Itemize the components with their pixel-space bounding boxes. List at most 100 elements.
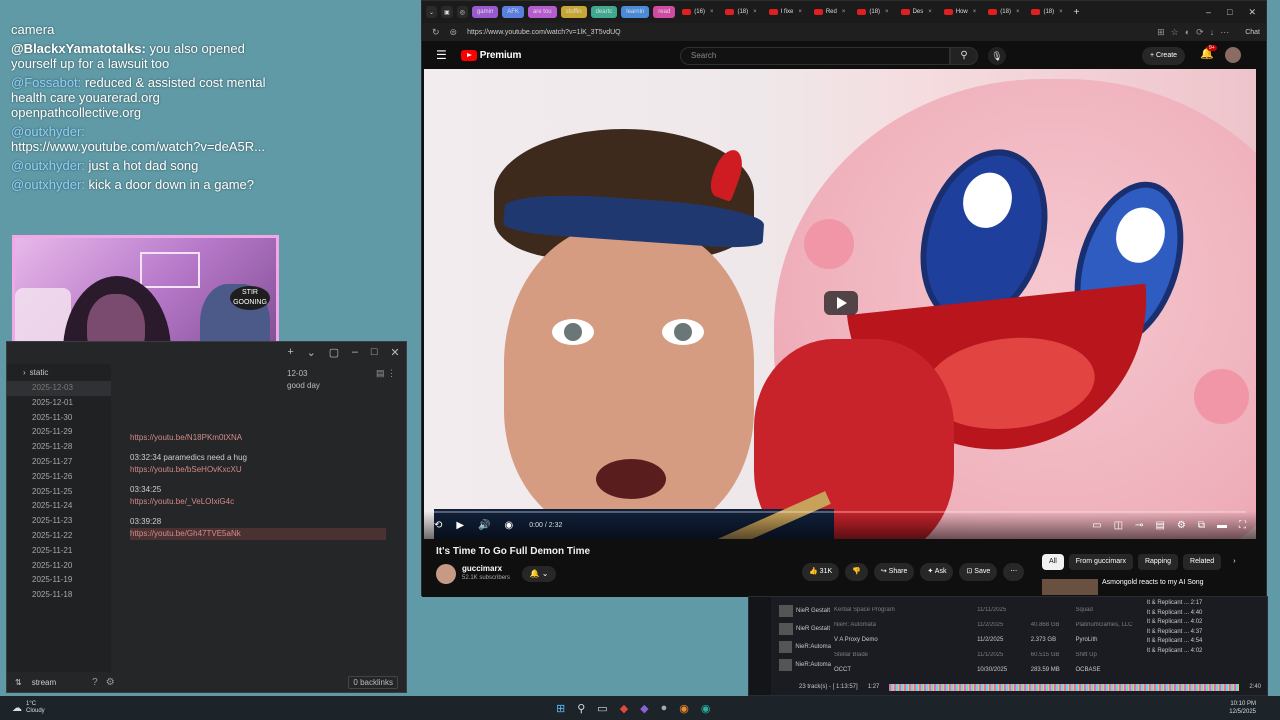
fullscreen-icon[interactable]: ⛶ <box>1239 520 1246 531</box>
maximize-icon[interactable]: □ <box>1227 7 1232 18</box>
track-item[interactable]: lt & Replicant ... 4:02 <box>1147 647 1227 657</box>
table-row[interactable]: NieR: Automata 11/2/2025 40.868 GB Platinum… <box>834 617 1147 632</box>
sidebar-toggle-icon[interactable]: ▢ <box>329 346 339 359</box>
microphone-icon[interactable]: 🎙 <box>988 47 1006 65</box>
date-note-item[interactable]: 2025-12-01 <box>7 396 111 411</box>
help-icon[interactable]: ? <box>92 677 106 688</box>
track-item[interactable]: lt & Replicant ... 4:37 <box>1147 628 1227 638</box>
date-note-item[interactable]: 2025-11-20 <box>7 559 111 574</box>
close-icon[interactable]: ✕ <box>390 346 399 359</box>
like-button[interactable]: 👍 31K <box>802 563 840 581</box>
volume-icon[interactable]: 🔊 <box>478 520 490 531</box>
date-note-item[interactable]: 2025-11-24 <box>7 499 111 514</box>
tab-group[interactable]: learnin <box>621 6 650 18</box>
app-icon[interactable]: ◆ <box>640 702 648 715</box>
site-info-icon[interactable]: ⊜ <box>450 27 458 38</box>
date-note-item[interactable]: 2025-11-23 <box>7 514 111 529</box>
filter-chip[interactable]: Rapping <box>1137 554 1179 570</box>
channel-avatar[interactable] <box>436 564 456 584</box>
maximize-icon[interactable]: □ <box>371 346 378 358</box>
vault-switch-icon[interactable]: ⇅ <box>15 678 22 687</box>
date-note-item[interactable]: 2025-11-21 <box>7 544 111 559</box>
close-tab-icon[interactable]: × <box>710 9 714 15</box>
youtube-tab[interactable]: (18) × <box>722 9 759 15</box>
youtube-tab[interactable]: Des × <box>898 9 935 15</box>
recommended-video[interactable]: Asmongold reacts to my AI Song <box>1042 579 1204 595</box>
close-tab-icon[interactable]: × <box>1016 9 1020 15</box>
loop-icon[interactable]: ⟲ <box>434 520 442 531</box>
reload-icon[interactable]: ↻ <box>432 27 440 38</box>
filter-chip[interactable]: Related <box>1183 554 1222 570</box>
system-clock[interactable]: 10:10 PM 12/5/2025 <box>1229 700 1256 716</box>
folder-static[interactable]: › static <box>7 364 111 381</box>
share-button[interactable]: ↪ Share <box>873 563 915 581</box>
close-tab-icon[interactable]: × <box>885 9 889 15</box>
settings-icon[interactable]: ⚙ <box>106 677 123 688</box>
tab-group[interactable]: stuffin <box>560 6 587 18</box>
avatar[interactable] <box>1225 47 1241 63</box>
album-item[interactable]: NieR:Automa <box>779 656 831 674</box>
channel-name[interactable]: guccimarx <box>462 564 502 573</box>
close-tab-icon[interactable]: × <box>798 9 802 15</box>
date-note-item[interactable]: 2025-11-28 <box>7 440 111 455</box>
miniplayer-icon[interactable]: ⧉ <box>1198 520 1205 531</box>
album-item[interactable]: NieR:Automa <box>779 638 831 656</box>
app-icon[interactable]: ◉ <box>701 702 711 715</box>
app-icon[interactable]: ◆ <box>620 702 628 715</box>
chevron-right-icon[interactable]: › <box>1226 554 1242 570</box>
table-row[interactable]: V A Proxy Demo 11/2/2025 2.373 GB PyroLith <box>834 632 1147 647</box>
new-tab-button[interactable]: + <box>1074 7 1080 18</box>
youtube-tab[interactable]: (18) × <box>854 9 891 15</box>
track-item[interactable]: lt & Replicant ... 4:54 <box>1147 637 1227 647</box>
table-row[interactable]: Stellar Blade 11/1/2025 60.515 GB Shift Up <box>834 647 1147 662</box>
close-icon[interactable]: ✕ <box>1248 7 1256 18</box>
search-icon[interactable]: ⚲ <box>950 47 978 65</box>
date-note-item[interactable]: 2025-11-19 <box>7 573 111 588</box>
date-note-item[interactable]: 2025-11-29 <box>7 425 111 440</box>
date-note-item[interactable]: 2025-12-03 <box>7 381 111 396</box>
globe-icon[interactable]: ◎ <box>456 6 468 18</box>
theater-mode-icon[interactable]: ▬ <box>1217 520 1227 531</box>
more-actions-button[interactable]: ⋯ <box>1003 563 1025 581</box>
youtube-tab[interactable]: (18) × <box>1028 9 1065 15</box>
app-icon[interactable]: ◉ <box>679 702 689 715</box>
play-icon[interactable]: ▶ <box>456 520 464 531</box>
youtube-tab[interactable]: (18) × <box>985 9 1022 15</box>
tab-group-icon[interactable]: ▣ <box>441 6 453 18</box>
center-play-icon[interactable] <box>824 291 858 315</box>
backlinks-count[interactable]: 0 backlinks <box>348 675 398 689</box>
track-item[interactable]: lt & Replicant ... 4:02 <box>1147 618 1227 628</box>
youtube-tab[interactable]: I fixe × <box>766 9 805 15</box>
minimize-icon[interactable]: – <box>352 346 358 358</box>
autoplay-toggle[interactable]: ⊸ <box>1135 520 1143 531</box>
tab-group[interactable]: deartc <box>590 6 618 18</box>
weather-widget[interactable]: ☁ 1°C Cloudy <box>12 701 45 715</box>
album-item[interactable]: NieR Gestalt <box>779 602 831 620</box>
more-options-icon[interactable]: ⋮ <box>387 368 396 378</box>
save-button[interactable]: ⊡ Save <box>959 563 998 581</box>
subscribe-bell-button[interactable]: 🔔 ⌄ <box>522 566 556 582</box>
create-button[interactable]: + Create <box>1142 47 1186 65</box>
tab-group[interactable]: read <box>653 6 676 18</box>
table-row[interactable]: OCCT 10/30/2025 283.59 MB OCBASE <box>834 662 1147 677</box>
start-icon[interactable]: ⊞ <box>556 702 565 715</box>
reading-view-icon[interactable]: ▤ <box>376 368 385 378</box>
date-note-item[interactable]: 2025-11-27 <box>7 455 111 470</box>
tab-list-icon[interactable]: ⌄ <box>307 346 316 359</box>
close-tab-icon[interactable]: × <box>1059 9 1063 15</box>
extension-icons[interactable]: ⊞☆◐⟳↓⋯ <box>1157 27 1235 38</box>
chapters-icon[interactable]: ◫ <box>1114 520 1123 531</box>
video-player[interactable]: ⟲ ▶ 🔊 ◉ 0:00 / 2:32 ▭ ◫ ⊸ ▤ ⚙ ⧉ ▬ ⛶ <box>424 69 1256 539</box>
tab-group[interactable]: gamin <box>471 6 499 18</box>
tab-group[interactable]: are tou <box>527 6 557 18</box>
filter-chip[interactable]: From guccimarx <box>1068 554 1133 570</box>
track-item[interactable]: lt & Replicant ... 2:17 <box>1147 599 1227 609</box>
settings-icon[interactable]: ⚙ <box>1177 520 1186 531</box>
table-row[interactable]: Kerbal Space Program 11/11/2025 Squad <box>834 602 1147 617</box>
date-note-item[interactable]: 2025-11-25 <box>7 485 111 500</box>
search-input[interactable]: Search <box>680 47 950 65</box>
search-icon[interactable]: ⚲ <box>577 702 585 715</box>
date-note-item[interactable]: 2025-11-22 <box>7 529 111 544</box>
close-tab-icon[interactable]: × <box>928 9 932 15</box>
tab-group[interactable]: AFK <box>502 6 524 18</box>
